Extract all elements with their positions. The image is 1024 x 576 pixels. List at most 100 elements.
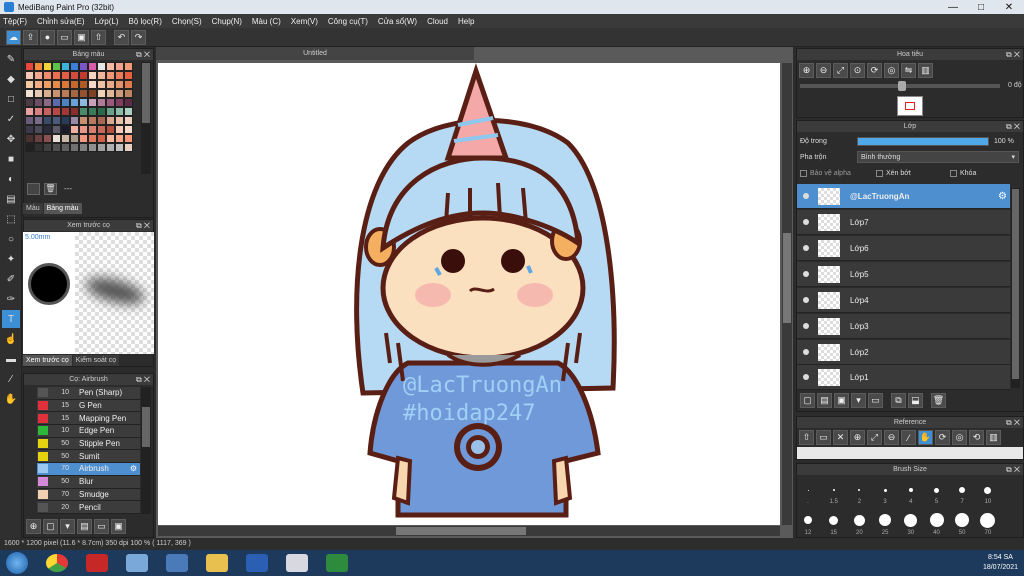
menu-file[interactable]: Tệp(F) [3,17,27,26]
color-swatch[interactable] [88,71,97,80]
brush-item[interactable]: 10 Pen (Sharp) [37,387,140,400]
color-swatch[interactable] [70,116,79,125]
color-swatch[interactable] [52,107,61,116]
color-swatch[interactable] [70,125,79,134]
ref-reset-icon[interactable]: ◎ [952,430,967,445]
color-swatch[interactable] [43,116,52,125]
color-swatch[interactable] [25,98,34,107]
color-swatch[interactable] [124,98,133,107]
color-swatch[interactable] [70,134,79,143]
color-swatch[interactable] [43,71,52,80]
color-swatch[interactable] [43,107,52,116]
menu-cloud[interactable]: Cloud [427,17,448,26]
color-swatch[interactable] [43,62,52,71]
color-swatch[interactable] [70,107,79,116]
merge-layer-icon[interactable]: ⬓ [908,393,923,408]
word-taskbar-icon[interactable] [240,551,274,575]
color-swatch[interactable] [88,89,97,98]
color-swatch[interactable] [43,98,52,107]
new-halftone-layer-icon[interactable]: ▤ [817,393,832,408]
color-swatch[interactable] [70,71,79,80]
eye-icon[interactable] [803,323,809,329]
panel-close-icon[interactable]: ⧉ ✕ [136,49,150,60]
hand-tool-icon[interactable]: ✋ [2,390,20,408]
brush-size-dot[interactable] [980,512,996,528]
color-swatch[interactable] [25,134,34,143]
panel-close-icon[interactable]: ⧉ ✕ [136,374,150,385]
brush-size-dot[interactable] [804,516,812,524]
color-swatch[interactable] [79,143,88,152]
maximize-button[interactable]: □ [968,0,994,14]
color-swatch[interactable] [124,125,133,134]
color-swatch[interactable] [115,80,124,89]
color-swatch[interactable] [88,80,97,89]
new-brush-icon[interactable]: ▢ [43,519,58,534]
color-swatch[interactable] [115,89,124,98]
color-swatch[interactable] [97,107,106,116]
menu-layer[interactable]: Lớp(L) [95,17,119,26]
brush-size-dot[interactable] [853,514,865,526]
magic-wand-tool-icon[interactable]: ✦ [2,250,20,268]
color-swatch[interactable] [61,80,70,89]
ref-fit-icon[interactable]: ⤢ [867,430,882,445]
color-swatch[interactable] [70,143,79,152]
brush-item[interactable]: 50 Sumit [37,450,140,464]
color-swatch[interactable] [88,125,97,134]
color-swatch[interactable] [70,98,79,107]
brush-copy-icon[interactable]: ▤ [77,519,92,534]
reference-view[interactable] [797,447,1023,459]
duplicate-layer-icon[interactable]: ⧉ [891,393,906,408]
color-swatch[interactable] [97,62,106,71]
color-swatch[interactable] [43,134,52,143]
monitor-taskbar-icon[interactable] [160,551,194,575]
ref-zoom-in-icon[interactable]: ⊕ [850,430,865,445]
layer-scrollbar[interactable] [1011,188,1020,388]
color-swatch[interactable] [43,89,52,98]
upload-reference-icon[interactable]: ⇧ [799,430,814,445]
brush-size-dot[interactable] [879,514,892,526]
eye-icon[interactable] [803,374,809,380]
color-swatch[interactable] [52,98,61,107]
fit-icon[interactable]: ⤢ [833,63,848,78]
start-button[interactable] [0,551,34,575]
ref-hand-icon[interactable]: ✋ [918,430,933,445]
panel-close-icon[interactable]: ⧉ ✕ [1006,417,1020,428]
brush-size-dot[interactable] [908,488,913,492]
color-swatch[interactable] [88,107,97,116]
brush-size-dot[interactable] [832,489,835,491]
brush-tool-icon[interactable]: ✎ [2,50,20,68]
check-tool-icon[interactable]: ✓ [2,110,20,128]
close-button[interactable]: ✕ [996,0,1022,14]
brush-item[interactable]: 70 Airbrush ⚙ [37,463,140,476]
color-swatch[interactable] [61,125,70,134]
layer-row[interactable]: Lớp3 [797,314,1010,339]
color-swatch[interactable] [97,116,106,125]
layer-row[interactable]: Lớp1 [797,365,1010,390]
menu-select[interactable]: Chọn(S) [172,17,202,26]
color-swatch[interactable] [52,125,61,134]
menu-edit[interactable]: Chỉnh sửa(E) [37,17,85,26]
save-icon[interactable]: ▣ [74,29,89,45]
canvas-hscrollbar[interactable] [158,526,780,536]
color-swatch[interactable] [34,71,43,80]
color-swatch[interactable] [97,134,106,143]
color-swatch[interactable] [52,62,61,71]
eyedropper-tool-icon[interactable]: ⁄ [2,370,20,388]
color-swatch[interactable] [115,134,124,143]
color-swatch[interactable] [34,143,43,152]
color-swatch[interactable] [34,89,43,98]
brush-size-dot[interactable] [829,515,839,525]
color-swatch[interactable] [115,62,124,71]
eye-icon[interactable] [803,349,809,355]
color-swatch[interactable] [124,134,133,143]
color-swatch[interactable] [25,71,34,80]
color-swatch[interactable] [79,71,88,80]
color-swatch[interactable] [34,62,43,71]
color-swatch[interactable] [97,71,106,80]
gear-icon[interactable]: ⚙ [130,464,137,473]
tab-palette[interactable]: Bảng màu [43,203,82,214]
eye-icon[interactable] [803,219,809,225]
color-swatch[interactable] [88,134,97,143]
brush-item[interactable]: 15 G Pen [37,399,140,413]
eye-icon[interactable] [803,245,809,251]
